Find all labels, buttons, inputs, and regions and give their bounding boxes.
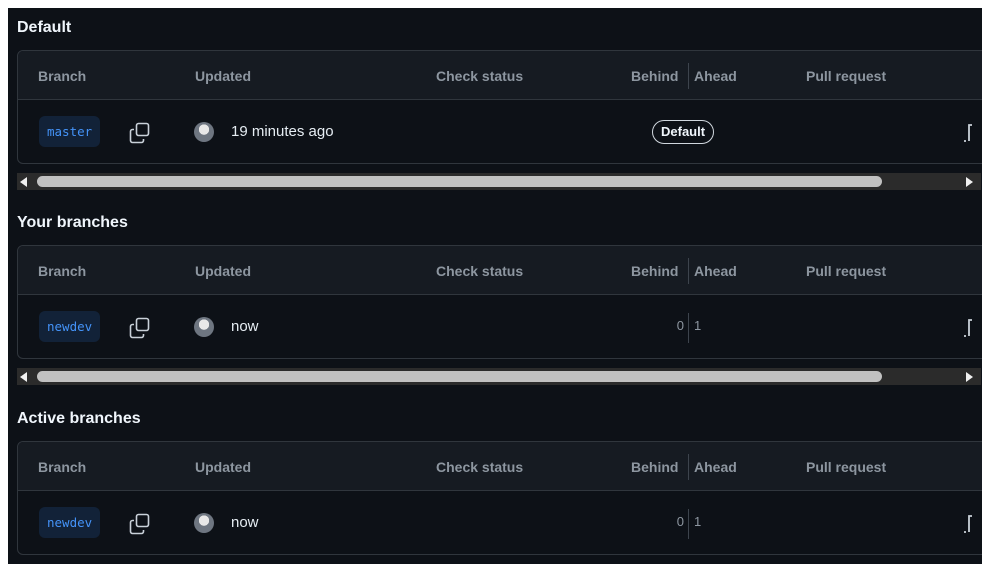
col-ahead: Ahead	[694, 68, 737, 84]
col-updated: Updated	[195, 459, 251, 475]
table-row: newdev now 0 1	[18, 295, 982, 358]
copy-icon[interactable]	[129, 317, 151, 339]
col-branch: Branch	[38, 459, 87, 475]
col-check-status: Check status	[436, 68, 524, 84]
avatar[interactable]	[194, 122, 214, 142]
branches-table: Branch Updated Check status Behind Ahead…	[17, 441, 982, 555]
behind-count: 0	[676, 514, 684, 529]
copy-icon[interactable]	[129, 122, 151, 144]
col-ahead: Ahead	[694, 459, 737, 475]
scroll-thumb[interactable]	[37, 371, 882, 382]
behind-ahead-divider	[688, 454, 689, 480]
behind-count: 0	[676, 318, 684, 333]
table-header: Branch Updated Check status Behind Ahead…	[18, 246, 982, 295]
col-check-status: Check status	[436, 263, 524, 279]
section-title: Active branches	[17, 410, 141, 427]
scroll-left-arrow-icon[interactable]	[20, 372, 27, 382]
table-row: master 19 minutes ago Default	[18, 100, 982, 163]
ahead-count: 1	[694, 318, 702, 333]
section-title: Default	[17, 19, 72, 36]
horizontal-scrollbar[interactable]	[17, 173, 981, 190]
avatar[interactable]	[194, 513, 214, 533]
col-behind: Behind	[631, 459, 679, 475]
col-pull-request: Pull request	[806, 68, 887, 84]
ahead-count: 1	[694, 514, 702, 529]
col-behind: Behind	[631, 68, 679, 84]
behind-ahead-bar	[688, 313, 689, 343]
branches-page: Default Branch Updated Check status Behi…	[8, 8, 982, 564]
branch-name-link[interactable]: newdev	[39, 311, 101, 342]
table-header: Branch Updated Check status Behind Ahead…	[18, 442, 982, 491]
copy-icon[interactable]	[129, 513, 151, 535]
branch-name-link[interactable]: master	[39, 116, 101, 147]
behind-ahead-bar	[688, 509, 689, 539]
col-updated: Updated	[195, 263, 251, 279]
horizontal-scrollbar[interactable]	[17, 368, 981, 385]
scroll-left-arrow-icon[interactable]	[20, 177, 27, 187]
col-behind: Behind	[631, 263, 679, 279]
behind-ahead-divider	[688, 63, 689, 89]
kebab-more-icon[interactable]	[961, 512, 975, 536]
col-updated: Updated	[195, 68, 251, 84]
col-pull-request: Pull request	[806, 263, 887, 279]
section-title: Your branches	[17, 214, 128, 231]
branches-table: Branch Updated Check status Behind Ahead…	[17, 245, 982, 359]
col-branch: Branch	[38, 68, 87, 84]
table-header: Branch Updated Check status Behind Ahead…	[18, 51, 982, 100]
avatar[interactable]	[194, 317, 214, 337]
kebab-more-icon[interactable]	[961, 316, 975, 340]
branch-name-link[interactable]: newdev	[39, 507, 101, 538]
updated-time: now	[231, 318, 259, 335]
updated-time: 19 minutes ago	[231, 123, 334, 140]
col-ahead: Ahead	[694, 263, 737, 279]
col-branch: Branch	[38, 263, 87, 279]
scroll-right-arrow-icon[interactable]	[966, 177, 973, 187]
col-pull-request: Pull request	[806, 459, 887, 475]
behind-ahead-divider	[688, 258, 689, 284]
table-row: newdev now 0 1	[18, 491, 982, 554]
default-badge: Default	[652, 120, 715, 144]
branches-table: Branch Updated Check status Behind Ahead…	[17, 50, 982, 164]
scroll-right-arrow-icon[interactable]	[966, 372, 973, 382]
col-check-status: Check status	[436, 459, 524, 475]
scroll-thumb[interactable]	[37, 176, 882, 187]
updated-time: now	[231, 514, 259, 531]
kebab-more-icon[interactable]	[961, 121, 975, 145]
